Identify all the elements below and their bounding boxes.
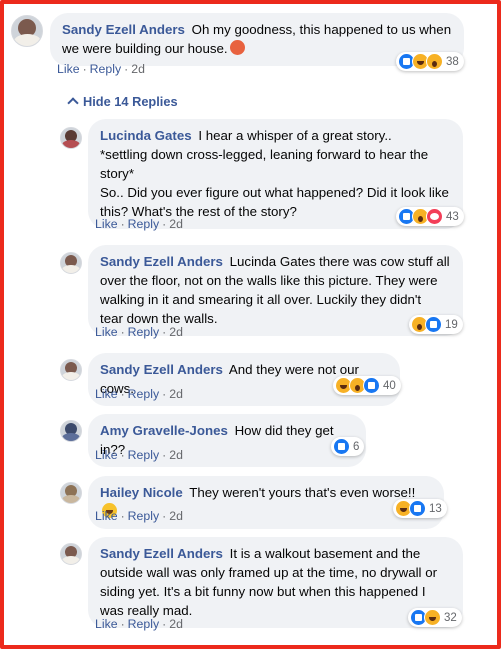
timestamp[interactable]: 2d (169, 448, 183, 462)
avatar[interactable] (60, 127, 82, 149)
reply-link[interactable]: Reply (128, 617, 159, 631)
commenter-name[interactable]: Sandy Ezell Anders (100, 546, 223, 561)
comment-bubble: Sandy Ezell Anders It is a walkout basem… (88, 537, 463, 628)
like-link[interactable]: Like (95, 617, 118, 631)
wow-reaction-icon (426, 53, 443, 70)
reaction-count: 40 (383, 379, 396, 392)
love-reaction-icon (426, 208, 443, 225)
reaction-summary[interactable]: 13 (393, 499, 447, 518)
avatar[interactable] (60, 482, 82, 504)
timestamp[interactable]: 2d (169, 617, 183, 631)
reaction-summary[interactable]: 19 (409, 315, 463, 334)
like-link[interactable]: Like (95, 387, 118, 401)
comment-actions: Like · Reply · 2d (95, 325, 183, 339)
chevron-up-icon (67, 97, 79, 109)
reaction-count: 19 (445, 318, 458, 331)
hide-replies-button[interactable]: Hide 14 Replies (67, 94, 178, 109)
like-reaction-icon (333, 438, 350, 455)
commenter-name[interactable]: Sandy Ezell Anders (100, 254, 223, 269)
angry-face-emoji-icon (229, 40, 245, 55)
reaction-count: 38 (446, 55, 459, 68)
like-link[interactable]: Like (95, 448, 118, 462)
commenter-name[interactable]: Amy Gravelle-Jones (100, 423, 228, 438)
reply-link[interactable]: Reply (128, 325, 159, 339)
like-reaction-icon (409, 500, 426, 517)
avatar[interactable] (60, 420, 82, 442)
avatar[interactable] (11, 15, 43, 47)
reply-link[interactable]: Reply (128, 448, 159, 462)
comment-actions: Like · Reply · 2d (95, 509, 183, 523)
like-reaction-icon (425, 316, 442, 333)
reaction-summary[interactable]: 6 (331, 437, 365, 456)
timestamp[interactable]: 2d (169, 325, 183, 339)
timestamp[interactable]: 2d (131, 62, 145, 76)
commenter-name[interactable]: Sandy Ezell Anders (62, 22, 185, 37)
avatar[interactable] (60, 252, 82, 274)
timestamp[interactable]: 2d (169, 509, 183, 523)
reaction-count: 13 (429, 502, 442, 515)
comment-text: They weren't yours that's even worse!! (189, 485, 416, 500)
reaction-count: 32 (444, 611, 457, 624)
like-link[interactable]: Like (95, 509, 118, 523)
reaction-summary[interactable]: 43 (396, 207, 464, 226)
hide-replies-label: Hide 14 Replies (83, 94, 178, 109)
reaction-count: 43 (446, 210, 459, 223)
reply-link[interactable]: Reply (128, 387, 159, 401)
reaction-count: 6 (353, 440, 360, 453)
reply-link[interactable]: Reply (128, 509, 159, 523)
reply-link[interactable]: Reply (128, 217, 159, 231)
reaction-summary[interactable]: 32 (408, 608, 462, 627)
comment-actions: Like · Reply · 2d (57, 62, 145, 76)
comment-actions: Like · Reply · 2d (95, 387, 183, 401)
comment-bubble: Sandy Ezell Anders Lucinda Gates there w… (88, 245, 463, 336)
reply-link[interactable]: Reply (90, 62, 121, 76)
comment-actions: Like · Reply · 2d (95, 448, 183, 462)
like-link[interactable]: Like (95, 325, 118, 339)
haha-reaction-icon (424, 609, 441, 626)
like-link[interactable]: Like (95, 217, 118, 231)
commenter-name[interactable]: Sandy Ezell Anders (100, 362, 223, 377)
like-link[interactable]: Like (57, 62, 80, 76)
like-reaction-icon (363, 377, 380, 394)
reaction-summary[interactable]: 40 (333, 376, 401, 395)
reaction-summary[interactable]: 38 (396, 52, 464, 71)
timestamp[interactable]: 2d (169, 217, 183, 231)
avatar[interactable] (60, 359, 82, 381)
avatar[interactable] (60, 543, 82, 565)
commenter-name[interactable]: Lucinda Gates (100, 128, 192, 143)
comment-actions: Like · Reply · 2d (95, 217, 183, 231)
timestamp[interactable]: 2d (169, 387, 183, 401)
comment-actions: Like · Reply · 2d (95, 617, 183, 631)
commenter-name[interactable]: Hailey Nicole (100, 485, 183, 500)
